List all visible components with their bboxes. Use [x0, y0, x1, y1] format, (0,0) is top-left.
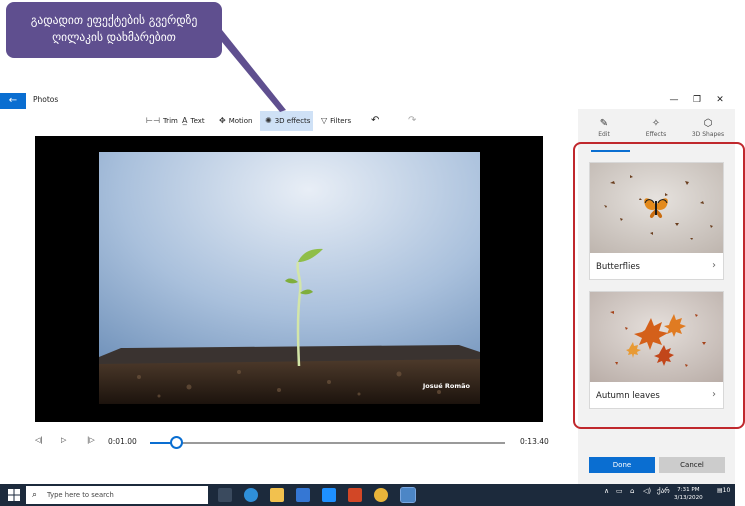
- 3d-effects-label: 3D effects: [274, 117, 311, 125]
- tab-3d-shapes[interactable]: ⬡ 3D Shapes: [684, 118, 732, 138]
- instruction-callout: გადადით ეფექტების გვერდზე ღილაკის დახმარ…: [6, 2, 222, 58]
- title-bar: ← Photos — ❐ ✕: [0, 93, 735, 109]
- screenshot: ← Photos — ❐ ✕ ⊢⊣ Trim A̲ Text ✥ Motion …: [0, 0, 745, 506]
- editor-toolbar: ⊢⊣ Trim A̲ Text ✥ Motion ✺ 3D effects ▽ …: [0, 109, 578, 133]
- motion-label: Motion: [228, 117, 253, 125]
- photos-app-icon[interactable]: [400, 487, 416, 503]
- mail-icon[interactable]: [322, 488, 336, 502]
- language-indicator[interactable]: ქარ: [657, 487, 670, 495]
- seek-handle[interactable]: [170, 436, 184, 449]
- text-icon: A̲: [182, 116, 188, 125]
- total-time: 0:13.40: [520, 437, 549, 446]
- app-title: Photos: [33, 95, 59, 104]
- done-button[interactable]: Done: [589, 457, 655, 473]
- minimize-button[interactable]: —: [667, 95, 681, 105]
- taskbar-search-input[interactable]: ⌕ Type here to search: [26, 486, 208, 504]
- filters-label: Filters: [330, 117, 352, 125]
- battery-icon[interactable]: ▭: [616, 487, 623, 495]
- back-button[interactable]: ←: [0, 93, 26, 109]
- edge-browser-icon[interactable]: [244, 488, 258, 502]
- 3d-effects-icon: ✺: [265, 116, 272, 125]
- text-button[interactable]: A̲ Text: [177, 111, 210, 131]
- task-view-icon[interactable]: [218, 488, 232, 502]
- volume-icon[interactable]: ◁): [643, 487, 651, 495]
- callout-line-1: გადადით ეფექტების გვერდზე: [30, 13, 198, 27]
- motion-icon: ✥: [219, 116, 226, 125]
- tab-effects-label: Effects: [645, 131, 667, 138]
- tab-effects[interactable]: ✧ Effects: [632, 118, 680, 138]
- tab-edit[interactable]: ✎ Edit: [580, 118, 628, 138]
- clock-time: 7:31 PM: [677, 487, 700, 493]
- tab-3d-shapes-label: 3D Shapes: [691, 131, 725, 138]
- close-button[interactable]: ✕: [713, 95, 727, 105]
- tray-chevron-icon[interactable]: ∧: [604, 487, 609, 495]
- filters-icon: ▽: [321, 116, 328, 125]
- search-icon: ⌕: [32, 490, 38, 500]
- current-time: 0:01.00: [108, 437, 137, 446]
- undo-icon: ↶: [371, 115, 380, 126]
- playback-bar: ◁| ▷ |▷ 0:01.00 0:13.40: [30, 432, 550, 452]
- taskbar-clock[interactable]: 7:31 PM 3/13/2020: [674, 486, 703, 502]
- cancel-button[interactable]: Cancel: [659, 457, 725, 473]
- pencil-icon: ✎: [599, 118, 609, 129]
- effects-highlight-box: [573, 142, 745, 429]
- previous-frame-icon[interactable]: ◁|: [35, 436, 43, 444]
- next-frame-icon[interactable]: |▷: [87, 436, 95, 444]
- arrow-left-icon: ←: [8, 95, 18, 106]
- windows-start-icon[interactable]: [8, 489, 20, 501]
- callout-line-2: ღილაკის დახმარებით: [52, 30, 176, 44]
- redo-button[interactable]: ↷: [403, 111, 421, 131]
- notification-count: 10: [722, 487, 731, 494]
- store-icon[interactable]: [296, 488, 310, 502]
- motion-button[interactable]: ✥ Motion: [214, 111, 257, 131]
- cube-icon: ⬡: [703, 118, 713, 129]
- video-preview[interactable]: Josué Romão: [35, 136, 543, 422]
- search-placeholder: Type here to search: [47, 491, 114, 499]
- 3d-effects-button[interactable]: ✺ 3D effects: [260, 111, 313, 131]
- trim-icon: ⊢⊣: [146, 116, 160, 125]
- seek-slider[interactable]: [150, 436, 505, 449]
- clock-date: 3/13/2020: [674, 495, 703, 501]
- preview-image: Josué Romão: [99, 152, 480, 404]
- maximize-button[interactable]: ❐: [690, 95, 704, 105]
- network-icon[interactable]: ⌂: [630, 487, 634, 495]
- notification-center-icon[interactable]: ▤10: [717, 487, 730, 494]
- taskbar: ⌕ Type here to search ∧ ▭ ⌂ ◁) ქარ 7:31 …: [0, 484, 735, 506]
- chrome-icon[interactable]: [374, 488, 388, 502]
- tab-edit-label: Edit: [598, 131, 610, 138]
- file-explorer-icon[interactable]: [270, 488, 284, 502]
- effects-wand-icon: ✧: [651, 118, 661, 129]
- text-label: Text: [190, 117, 205, 125]
- trim-label: Trim: [162, 117, 178, 125]
- undo-button[interactable]: ↶: [366, 111, 384, 131]
- photo-credit: Josué Romão: [422, 382, 470, 390]
- redo-icon: ↷: [408, 115, 417, 126]
- filters-button[interactable]: ▽ Filters: [316, 111, 356, 131]
- play-icon[interactable]: ▷: [61, 436, 66, 444]
- powerpoint-icon[interactable]: [348, 488, 362, 502]
